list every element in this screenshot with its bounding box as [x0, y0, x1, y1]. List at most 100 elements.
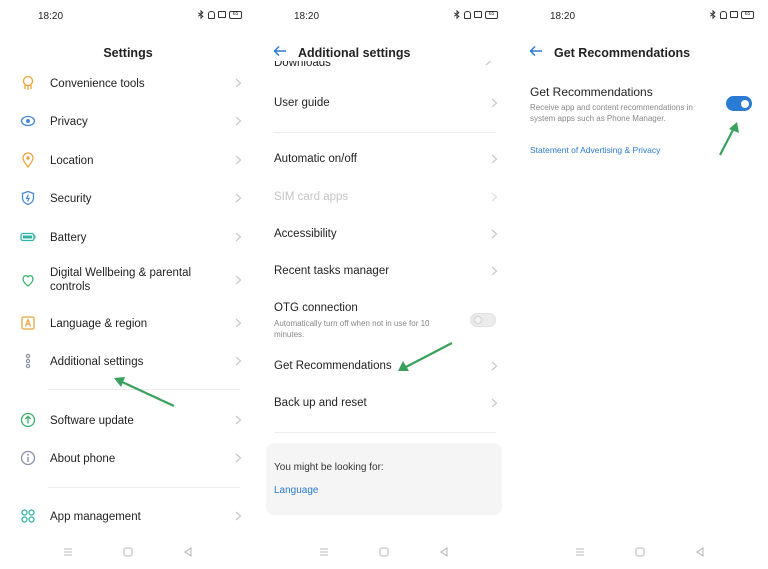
- chevron-right-icon: [235, 356, 242, 366]
- navigation-bar: [512, 546, 768, 560]
- settings-item-label: Get Recommendations: [274, 360, 392, 372]
- back-arrow-icon[interactable]: [528, 43, 544, 59]
- settings-item-digital-wellbeing[interactable]: Digital Wellbeing & parental controls: [0, 264, 256, 296]
- settings-item-software-update[interactable]: Software update: [0, 404, 256, 436]
- settings-item-label: SIM card apps: [274, 191, 349, 203]
- chevron-right-icon: [491, 229, 498, 239]
- settings-item-label: About phone: [50, 453, 116, 465]
- status-time: 18:20: [550, 11, 576, 22]
- status-bar: 18:20 65: [256, 10, 512, 24]
- settings-item-label: Additional settings: [50, 356, 144, 368]
- about-phone-icon: [20, 450, 36, 466]
- back-arrow-icon[interactable]: [272, 43, 288, 59]
- language-icon: [21, 316, 35, 330]
- chevron-right-icon: [485, 61, 492, 66]
- chevron-right-icon: [235, 275, 242, 285]
- settings-item-accessibility[interactable]: Accessibility: [256, 220, 512, 250]
- menu-icon[interactable]: [574, 546, 586, 558]
- chevron-right-icon: [235, 415, 242, 425]
- settings-item-label: Recent tasks manager: [274, 265, 390, 277]
- page-title: Settings: [103, 46, 153, 60]
- bell-icon: [464, 10, 471, 19]
- page-title: Additional settings: [298, 46, 411, 60]
- back-icon[interactable]: [694, 546, 706, 558]
- back-icon[interactable]: [182, 546, 194, 558]
- status-bar: 18:20 65: [0, 10, 256, 24]
- settings-item-sim-card-apps: SIM card apps: [256, 183, 512, 213]
- chevron-right-icon: [491, 98, 498, 108]
- convenience-tools-icon: [22, 75, 34, 90]
- settings-item-label: Security: [50, 193, 92, 205]
- home-icon[interactable]: [634, 546, 646, 558]
- settings-item-convenience-tools[interactable]: Convenience tools: [0, 67, 256, 99]
- bluetooth-icon: [453, 10, 460, 19]
- settings-item-about-phone[interactable]: About phone: [0, 442, 256, 474]
- battery-icon: 65: [229, 10, 242, 19]
- status-icons: 65: [453, 10, 498, 19]
- bluetooth-icon: [197, 10, 204, 19]
- status-time: 18:20: [294, 11, 320, 22]
- settings-item-location[interactable]: Location: [0, 144, 256, 176]
- home-icon[interactable]: [378, 546, 390, 558]
- status-time: 18:20: [38, 11, 64, 22]
- settings-item-back-up-reset[interactable]: Back up and reset: [256, 389, 512, 419]
- chevron-right-icon: [235, 511, 242, 521]
- menu-icon[interactable]: [62, 546, 74, 558]
- software-update-icon: [20, 412, 36, 428]
- chevron-right-icon: [235, 318, 242, 328]
- recommendations-setting-description: Receive app and content recommendations …: [530, 103, 693, 123]
- suggestion-link-language[interactable]: Language: [274, 485, 319, 496]
- settings-item-label: Accessibility: [274, 228, 337, 240]
- bell-icon: [208, 10, 215, 19]
- chevron-right-icon: [491, 361, 498, 371]
- divider: [274, 132, 496, 133]
- otg-description: Automatically turn off when not in use f…: [274, 319, 430, 339]
- suggestion-card: You might be looking for: Language: [266, 443, 502, 515]
- home-icon[interactable]: [122, 546, 134, 558]
- otg-label: OTG connection: [274, 302, 358, 314]
- settings-item-label: Privacy: [50, 116, 88, 128]
- vibrate-icon: [474, 11, 482, 18]
- divider: [48, 389, 240, 390]
- status-icons: 65: [709, 10, 754, 19]
- settings-item-battery[interactable]: Battery: [0, 221, 256, 253]
- divider: [274, 432, 496, 433]
- advertising-privacy-link[interactable]: Statement of Advertising & Privacy: [530, 145, 660, 155]
- settings-item-automatic-on-off[interactable]: Automatic on/off: [256, 145, 512, 175]
- chevron-right-icon: [235, 193, 242, 203]
- status-bar: 18:20 65: [512, 10, 768, 24]
- chevron-right-icon: [235, 232, 242, 242]
- navigation-bar: [0, 546, 256, 560]
- settings-item-recent-tasks-manager[interactable]: Recent tasks manager: [256, 257, 512, 287]
- settings-item-label: Battery: [50, 232, 87, 244]
- additional-settings-screen: 18:20 65 Additional settings Downloads U…: [256, 0, 512, 569]
- partial-list-item[interactable]: Downloads: [274, 61, 494, 71]
- settings-item-security[interactable]: Security: [0, 182, 256, 214]
- chevron-right-icon: [235, 453, 242, 463]
- app-management-icon: [21, 509, 35, 523]
- page-title: Get Recommendations: [554, 46, 691, 60]
- get-recommendations-screen: 18:20 65 Get Recommendations Get Recomme…: [512, 0, 768, 569]
- battery-icon: 65: [485, 10, 498, 19]
- chevron-right-icon: [235, 155, 242, 165]
- menu-icon[interactable]: [318, 546, 330, 558]
- settings-item-label: Language & region: [50, 318, 148, 330]
- toggle-knob: [474, 316, 482, 324]
- bluetooth-icon: [709, 10, 716, 19]
- settings-item-app-management[interactable]: App management: [0, 500, 256, 532]
- settings-screen: 18:20 65 Settings Convenience tools Priv…: [0, 0, 256, 569]
- otg-toggle[interactable]: [470, 313, 496, 327]
- settings-item-label: Software update: [50, 415, 134, 427]
- settings-item-user-guide[interactable]: User guide: [256, 89, 512, 119]
- settings-item-additional-settings[interactable]: Additional settings: [0, 345, 256, 377]
- settings-item-language-region[interactable]: Language & region: [0, 307, 256, 339]
- settings-item-label: Location: [50, 155, 94, 167]
- settings-item-label: Automatic on/off: [274, 153, 357, 165]
- recommendations-setting-title: Get Recommendations: [530, 85, 653, 99]
- back-icon[interactable]: [438, 546, 450, 558]
- recommendations-toggle[interactable]: [726, 96, 752, 111]
- vibrate-icon: [730, 11, 738, 18]
- chevron-right-icon: [235, 116, 242, 126]
- settings-item-privacy[interactable]: Privacy: [0, 105, 256, 137]
- settings-item-get-recommendations[interactable]: Get Recommendations: [256, 352, 512, 382]
